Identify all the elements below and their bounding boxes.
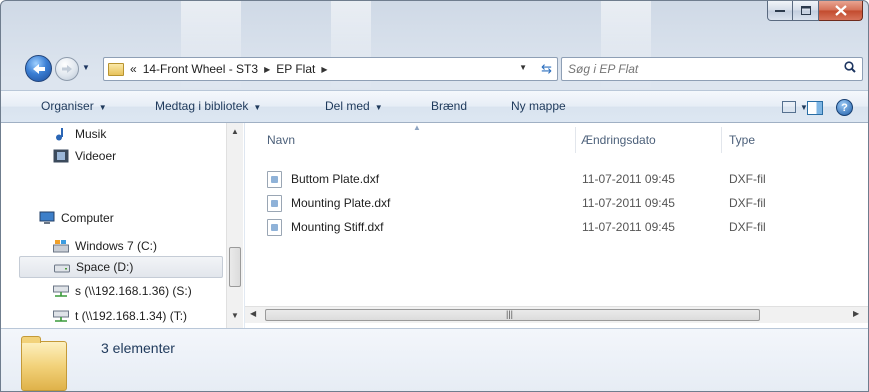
file-list: ▲ Navn Ændringsdato Type Buttom Plate.dx… [245,123,868,328]
file-date: 11-07-2011 09:45 [582,196,675,210]
organize-label: Organiser [41,99,94,113]
file-list-horizontal-scrollbar[interactable]: ◀ ||| ▶ [245,306,868,323]
sort-ascending-icon: ▲ [413,123,421,132]
nav-item-windows-drive[interactable]: Windows 7 (C:) [1,235,226,257]
nav-item-computer[interactable]: Computer [1,207,226,229]
scrollbar-thumb[interactable]: ||| [265,309,760,321]
column-header-date[interactable]: Ændringsdato [581,133,656,147]
navigation-pane: Musik Videoer Computer Windows 7 (C:) Sp… [1,123,244,328]
breadcrumb-item[interactable]: EP Flat [276,62,315,76]
dxf-file-icon [267,219,282,236]
recent-pages-dropdown[interactable]: ▼ [82,63,90,72]
scroll-left-icon[interactable]: ◀ [250,309,256,318]
chevron-down-icon: ▼ [374,103,383,112]
computer-icon [39,211,55,225]
minimize-icon [775,9,785,12]
column-divider[interactable] [575,127,576,153]
maximize-button[interactable] [793,1,819,21]
nav-item-label: Videoer [75,149,117,163]
network-drive-icon [53,284,69,298]
close-icon [834,5,847,16]
file-type: DXF-fil [729,172,766,186]
dxf-file-icon [267,171,282,188]
dxf-file-icon [267,195,282,212]
share-menu-button[interactable]: Del med ▼ [325,99,383,113]
forward-button[interactable] [55,57,79,81]
file-name: Mounting Stiff.dxf [291,220,384,234]
chevron-down-icon: ▼ [98,103,107,112]
organize-menu-button[interactable]: Organiser ▼ [41,99,107,113]
nav-item-label: Space (D:) [76,260,134,274]
drive-icon [53,239,69,253]
refresh-icon[interactable]: ⇆ [541,61,552,77]
file-row[interactable]: Mounting Stiff.dxf 11-07-2011 09:45 DXF-… [267,216,857,240]
help-icon[interactable]: ? [836,99,853,116]
navigation-row: ▼ « 14-Front Wheel - ST3 ▶ EP Flat ▶ ▼ ⇆ [1,53,868,83]
burn-button[interactable]: Brænd [431,99,467,113]
drive-icon [54,260,70,274]
preview-pane-icon[interactable] [807,101,823,115]
music-icon [53,127,69,141]
grip-icon: ||| [506,309,514,319]
file-row[interactable]: Buttom Plate.dxf 11-07-2011 09:45 DXF-fi… [267,168,857,192]
command-bar: Organiser ▼ Medtag i bibliotek ▼ Del med ▼ … [1,90,868,123]
include-library-menu-button[interactable]: Medtag i bibliotek ▼ [155,99,261,113]
scroll-up-icon[interactable]: ▲ [231,127,239,136]
explorer-window: ▼ « 14-Front Wheel - ST3 ▶ EP Flat ▶ ▼ ⇆… [0,0,869,392]
include-library-label: Medtag i bibliotek [155,99,249,113]
share-label: Del med [325,99,370,113]
breadcrumb-separator-icon[interactable]: ▶ [321,65,327,74]
change-view-icon[interactable] [782,101,796,113]
search-input[interactable] [568,59,838,79]
network-drive-icon [53,309,69,323]
column-header-type[interactable]: Type [729,133,755,147]
nav-item-label: Computer [61,211,114,225]
back-button[interactable] [25,55,52,82]
nav-item-network-drive-s[interactable]: s (\\192.168.1.36) (S:) [1,280,226,302]
back-arrow-icon [32,63,45,74]
address-dropdown-icon[interactable]: ▼ [519,63,527,72]
search-icon[interactable] [844,61,856,76]
file-name: Buttom Plate.dxf [291,172,380,186]
breadcrumb-separator-icon[interactable]: ▶ [264,65,270,74]
maximize-icon [800,6,811,15]
file-type: DXF-fil [729,220,766,234]
folder-icon [21,336,67,391]
new-folder-button[interactable]: Ny mappe [511,99,566,113]
nav-item-label: Windows 7 (C:) [75,239,158,253]
video-icon [53,149,69,163]
scrollbar-thumb[interactable] [229,247,241,287]
close-button[interactable] [819,1,863,21]
forward-arrow-icon [62,65,72,73]
search-box[interactable] [561,57,863,81]
item-count: 3 elementer [101,340,175,356]
file-date: 11-07-2011 09:45 [582,172,675,186]
details-pane: 3 elementer [1,328,868,391]
scroll-down-icon[interactable]: ▼ [231,311,239,320]
chevron-down-icon: ▼ [253,103,262,112]
column-divider[interactable] [721,127,722,153]
file-date: 11-07-2011 09:45 [582,220,675,234]
nav-item-label: Musik [75,127,107,141]
nav-item-space-drive[interactable]: Space (D:) [19,256,223,278]
scroll-right-icon[interactable]: ▶ [853,309,859,318]
address-bar[interactable]: « 14-Front Wheel - ST3 ▶ EP Flat ▶ ▼ ⇆ [103,57,558,81]
file-type: DXF-fil [729,196,766,210]
file-row[interactable]: Mounting Plate.dxf 11-07-2011 09:45 DXF-… [267,192,857,216]
breadcrumb-overflow[interactable]: « [130,62,137,76]
breadcrumb-item[interactable]: 14-Front Wheel - ST3 [143,62,258,76]
nav-item-label: s (\\192.168.1.36) (S:) [75,284,192,298]
minimize-button[interactable] [767,1,793,21]
folder-icon [108,62,124,76]
file-name: Mounting Plate.dxf [291,196,391,210]
nav-item-network-drive-t[interactable]: t (\\192.168.1.34) (T:) [1,305,226,327]
column-header-name[interactable]: Navn [267,133,295,147]
caption-buttons [767,1,863,21]
navigation-vertical-scrollbar[interactable]: ▲ ▼ [226,123,243,328]
nav-item-label: t (\\192.168.1.34) (T:) [75,309,188,323]
nav-item-music[interactable]: Musik [1,123,226,145]
nav-item-videos[interactable]: Videoer [1,145,226,167]
